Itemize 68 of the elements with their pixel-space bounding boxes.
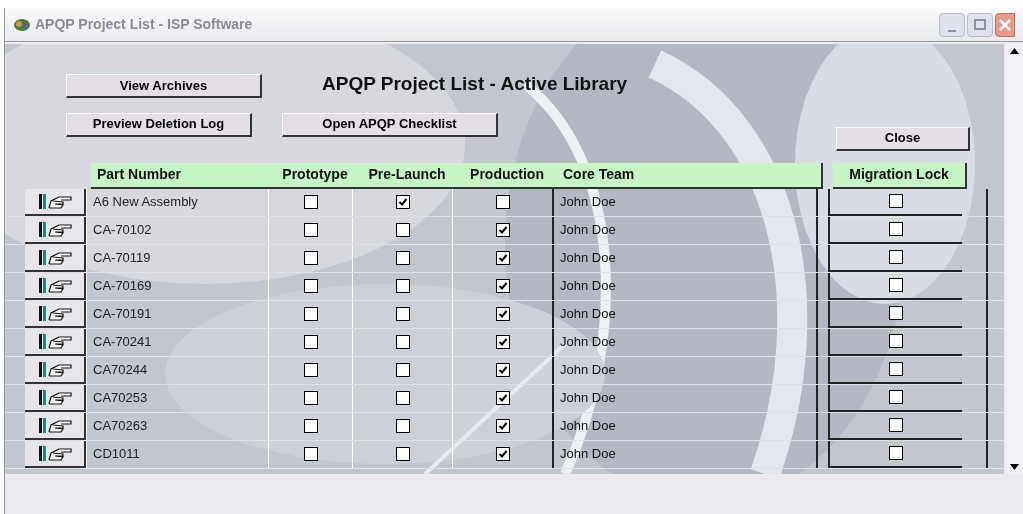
part-number-cell: CA-70102	[86, 216, 268, 244]
part-number-cell: CA70244	[86, 356, 268, 384]
pointing-hand-icon	[36, 331, 73, 351]
action-button[interactable]: View Archives	[66, 74, 262, 98]
checkbox[interactable]	[889, 194, 903, 208]
open-row-button[interactable]	[25, 216, 86, 244]
pointing-hand-icon	[36, 247, 73, 267]
part-number-cell: CA-70241	[86, 328, 268, 356]
core-team-cell: John Doe	[552, 384, 818, 412]
checkbox[interactable]	[889, 250, 903, 264]
action-button[interactable]: Open APQP Checklist	[282, 112, 498, 137]
pointing-hand-icon	[36, 387, 73, 407]
part-number-cell: CD1011	[86, 440, 268, 468]
open-row-button[interactable]	[25, 412, 86, 440]
core-team-cell: John Doe	[552, 328, 818, 356]
pointing-hand-icon	[36, 191, 73, 211]
column-header: Part Number	[91, 162, 273, 189]
page-heading: APQP Project List - Active Library	[322, 72, 628, 96]
column-header: Core Team	[557, 162, 823, 189]
open-row-button[interactable]	[25, 300, 86, 328]
part-number-cell: CA70253	[86, 384, 268, 412]
part-number-cell: CA-70191	[86, 300, 268, 328]
open-row-button[interactable]	[25, 188, 86, 216]
column-header: Prototype	[273, 162, 357, 189]
window-title: APQP Project List - ISP Software	[35, 15, 253, 34]
pointing-hand-icon	[36, 359, 73, 379]
checkbox[interactable]	[889, 446, 903, 460]
action-button[interactable]: Preview Deletion Log	[66, 112, 252, 137]
open-row-button[interactable]	[25, 328, 86, 356]
core-team-cell: John Doe	[552, 216, 818, 244]
core-team-cell: John Doe	[552, 300, 818, 328]
action-button[interactable]: Close	[836, 126, 970, 151]
core-team-cell: John Doe	[552, 244, 818, 272]
core-team-cell: John Doe	[552, 412, 818, 440]
part-number-cell: CA-70119	[86, 244, 268, 272]
checkbox[interactable]	[889, 334, 903, 348]
checkbox[interactable]	[889, 222, 903, 236]
pointing-hand-icon	[36, 275, 73, 295]
scrollbar[interactable]	[1006, 44, 1023, 474]
checkbox[interactable]	[889, 306, 903, 320]
column-header: Production	[457, 162, 557, 189]
core-team-cell: John Doe	[552, 272, 818, 300]
pointing-hand-icon	[36, 415, 73, 435]
checkbox[interactable]	[889, 362, 903, 376]
pointing-hand-icon	[36, 303, 73, 323]
checkbox[interactable]	[889, 418, 903, 432]
part-number-cell: CA70263	[86, 412, 268, 440]
open-row-button[interactable]	[25, 356, 86, 384]
part-number-cell: CA-70169	[86, 272, 268, 300]
open-row-button[interactable]	[25, 272, 86, 300]
close-window-button[interactable]	[995, 12, 1015, 37]
core-team-cell: John Doe	[552, 440, 818, 468]
app-icon	[13, 17, 31, 32]
checkbox[interactable]	[889, 278, 903, 292]
open-row-button[interactable]	[25, 384, 86, 412]
open-row-button[interactable]	[25, 244, 86, 272]
open-row-button[interactable]	[25, 440, 86, 468]
part-number-cell: A6 New Assembly	[86, 188, 268, 216]
core-team-cell: John Doe	[552, 356, 818, 384]
maximize-button[interactable]	[967, 12, 993, 37]
column-header: Migration Lock	[833, 162, 967, 189]
minimize-button[interactable]	[939, 12, 965, 37]
pointing-hand-icon	[36, 219, 73, 239]
core-team-cell: John Doe	[552, 188, 818, 216]
checkbox[interactable]	[889, 390, 903, 404]
pointing-hand-icon	[36, 443, 73, 463]
column-header: Pre-Launch	[357, 162, 457, 189]
close-icon	[999, 18, 1011, 31]
